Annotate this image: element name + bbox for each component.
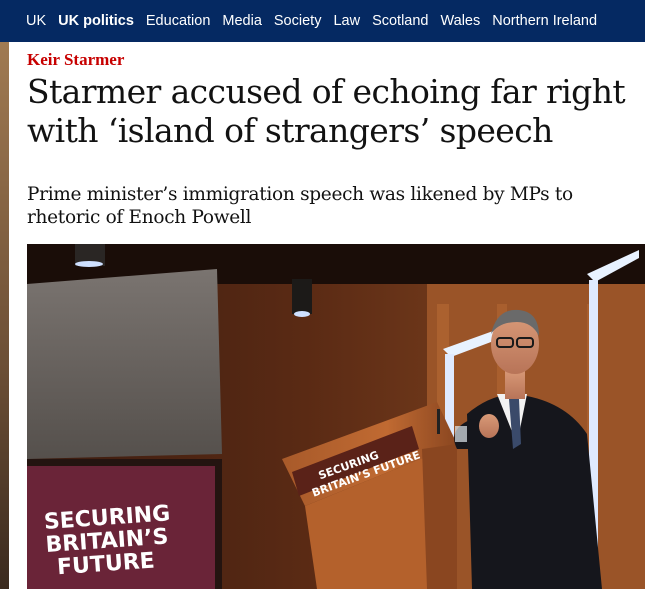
subnav-item-scotland[interactable]: Scotland: [372, 13, 428, 29]
article-headline: Starmer accused of echoing far right wit…: [27, 72, 626, 150]
article-kicker-link[interactable]: Keir Starmer: [27, 50, 124, 70]
subnav-item-uk[interactable]: UK: [26, 13, 46, 29]
section-subnav: UK UK politics Education Media Society L…: [9, 0, 645, 42]
subnav-item-education[interactable]: Education: [146, 13, 211, 29]
subnav-item-media[interactable]: Media: [222, 13, 262, 29]
photo-illustration: SECURING BRITAIN’S FUTURE SECURING BRITA…: [27, 244, 645, 589]
article-standfirst: Prime minister’s immigration speech was …: [27, 184, 573, 228]
adjacent-window-edge: [0, 0, 9, 589]
subnav-item-society[interactable]: Society: [274, 13, 322, 29]
subnav-item-law[interactable]: Law: [333, 13, 360, 29]
article-main-image: SECURING BRITAIN’S FUTURE SECURING BRITA…: [27, 244, 645, 589]
subnav-item-northern-ireland[interactable]: Northern Ireland: [492, 13, 597, 29]
subnav-item-wales[interactable]: Wales: [441, 13, 481, 29]
article-page: UK UK politics Education Media Society L…: [9, 0, 645, 589]
subnav-item-uk-politics[interactable]: UK politics: [58, 13, 134, 29]
